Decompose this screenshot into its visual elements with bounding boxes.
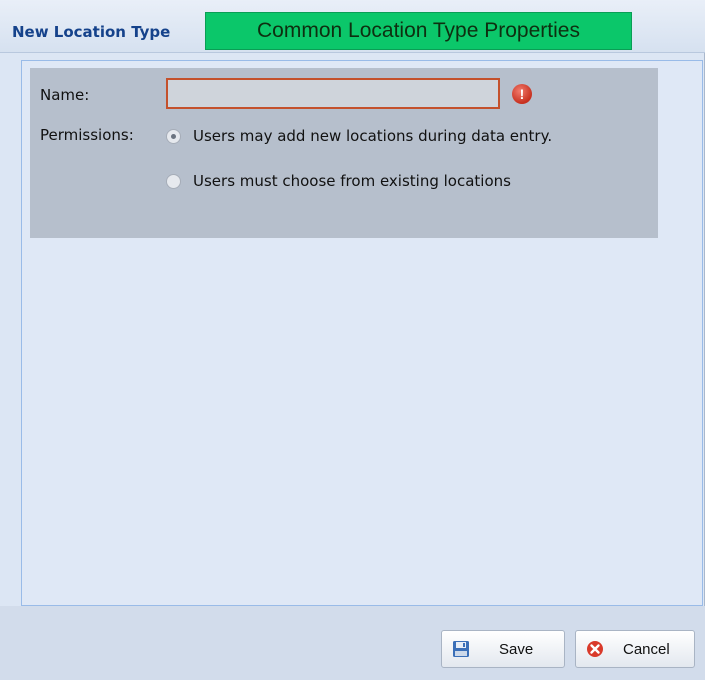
- window-title: New Location Type: [12, 23, 171, 41]
- save-button-label: Save: [499, 641, 534, 658]
- cancel-button-label: Cancel: [623, 641, 670, 658]
- name-label: Name:: [40, 86, 90, 104]
- cancel-icon: [587, 641, 603, 657]
- permissions-label: Permissions:: [40, 126, 134, 144]
- floppy-disk-icon: [453, 641, 469, 657]
- permission-radio-add[interactable]: [166, 129, 181, 144]
- location-type-window: New Location Type Common Location Type P…: [0, 0, 705, 680]
- permission-option-add-label[interactable]: Users may add new locations during data …: [193, 127, 552, 145]
- cancel-button[interactable]: Cancel: [575, 630, 695, 668]
- permission-option-choose-label[interactable]: Users must choose from existing location…: [193, 172, 511, 190]
- exclamation-icon: !: [512, 84, 532, 104]
- section-callout: Common Location Type Properties: [205, 12, 632, 50]
- permission-radio-choose[interactable]: [166, 174, 181, 189]
- name-input[interactable]: [166, 78, 500, 109]
- save-button[interactable]: Save: [441, 630, 565, 668]
